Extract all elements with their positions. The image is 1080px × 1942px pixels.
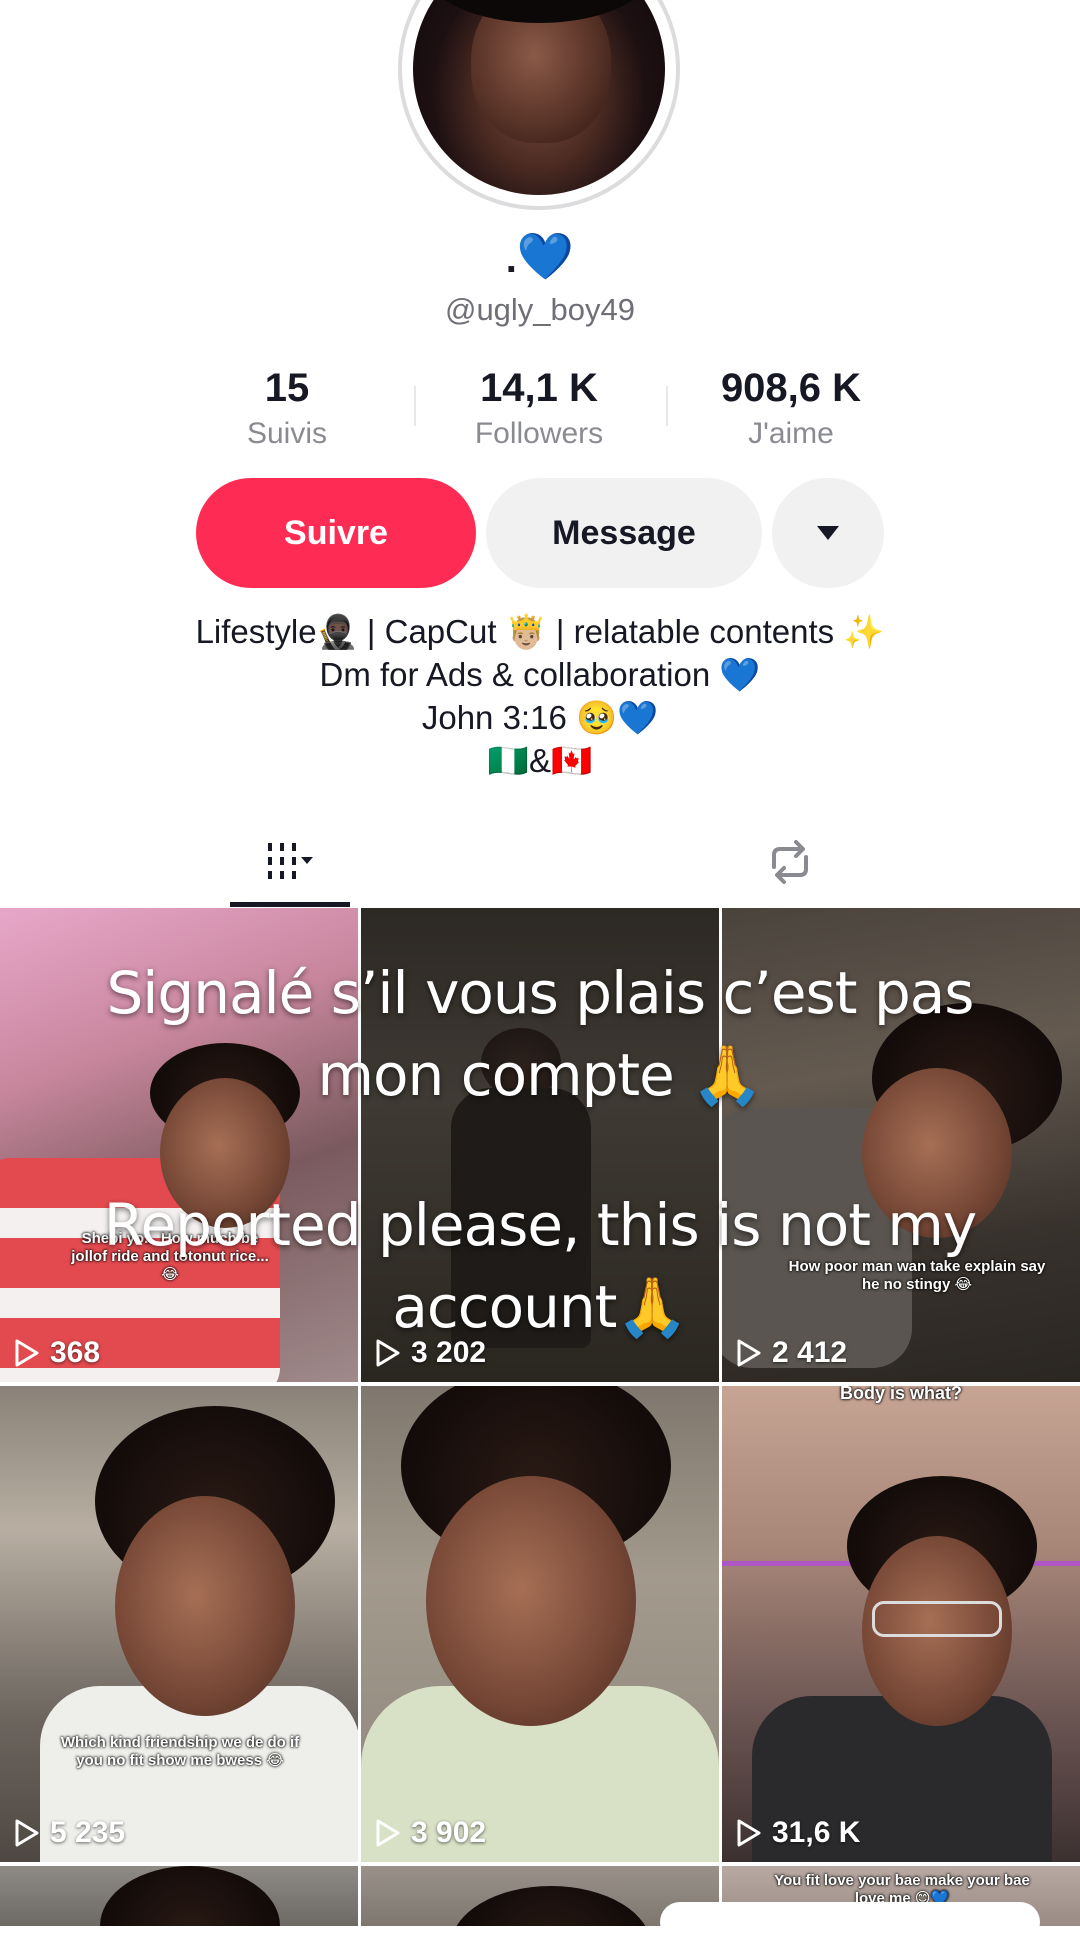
- display-name-dot: .: [505, 237, 517, 281]
- followers-count: 14,1 K: [480, 366, 598, 410]
- hair: [451, 1886, 651, 1926]
- caret-down-icon: [817, 526, 839, 540]
- active-tab-indicator: [230, 902, 350, 907]
- username: @ugly_boy49: [444, 292, 636, 327]
- bio-line: 🇳🇬&🇨🇦: [487, 742, 593, 779]
- play-icon: [737, 1819, 761, 1847]
- overlay-text-english: Reported please, this is not my account🙏: [0, 1184, 1080, 1348]
- tab-videos[interactable]: [230, 816, 350, 908]
- repost-icon: [772, 840, 808, 884]
- grid-videos-icon: [268, 843, 313, 879]
- view-count: 31,6 K: [736, 1816, 860, 1850]
- video-caption: Which kind friendship we de do if you no…: [60, 1734, 300, 1769]
- follow-button[interactable]: Suivre: [196, 478, 476, 588]
- view-count-label: 31,6 K: [772, 1816, 861, 1849]
- likes-label: J'aime: [748, 417, 834, 450]
- overlay-text-french: Signalé s’il vous plais c’est pas mon co…: [0, 952, 1080, 1116]
- avatar-hood: [423, 0, 655, 23]
- following-count: 15: [264, 366, 310, 410]
- video-caption: Body is what?: [839, 1386, 962, 1403]
- stat-followers[interactable]: 14,1 K Followers: [414, 364, 664, 454]
- profile-tabs: [0, 816, 1080, 908]
- message-button[interactable]: Message: [486, 478, 762, 588]
- likes-count: 908,6 K: [720, 366, 862, 410]
- video-thumbnail[interactable]: Body is what? 31,6 K: [722, 1386, 1080, 1862]
- overlay-line: mon compte 🙏: [317, 1041, 764, 1109]
- bio-line: Dm for Ads & collaboration 💙: [319, 656, 761, 693]
- profile-avatar-ring[interactable]: [398, 0, 680, 210]
- overlay-line: account🙏: [392, 1273, 688, 1341]
- avatar: [413, 0, 665, 195]
- hair: [100, 1866, 280, 1926]
- view-count-label: 3 902: [411, 1816, 487, 1849]
- view-count: 3 902: [375, 1816, 486, 1850]
- profile-stats: 15 Suivis 14,1 K Followers 908,6 K J'aim…: [0, 364, 1080, 456]
- following-label: Suivis: [246, 417, 328, 450]
- overlay-line: Signalé s’il vous plais c’est pas: [106, 959, 974, 1027]
- blue-heart-emoji: 💙: [516, 230, 575, 282]
- video-thumbnail[interactable]: [0, 1866, 358, 1926]
- profile-bio: Lifestyle🥷🏿 | CapCut 🤴🏼 | relatable cont…: [0, 610, 1080, 782]
- face: [115, 1496, 295, 1716]
- stat-likes[interactable]: 908,6 K J'aime: [666, 364, 916, 454]
- view-count-label: 5 235: [50, 1816, 126, 1849]
- video-thumbnail[interactable]: Which kind friendship we de do if you no…: [0, 1386, 358, 1862]
- overlay-line: Reported please, this is not my: [103, 1191, 977, 1259]
- video-thumbnail[interactable]: 3 902: [361, 1386, 719, 1862]
- bio-line: Lifestyle🥷🏿 | CapCut 🤴🏼 | relatable cont…: [195, 613, 885, 650]
- glasses: [872, 1601, 1002, 1637]
- more-options-button[interactable]: [772, 478, 884, 588]
- bottom-sheet-handle: [660, 1902, 1040, 1942]
- play-icon: [15, 1819, 39, 1847]
- view-count: 5 235: [14, 1816, 125, 1850]
- play-icon: [376, 1819, 400, 1847]
- stat-following[interactable]: 15 Suivis: [162, 364, 412, 454]
- face: [426, 1476, 636, 1726]
- followers-label: Followers: [474, 417, 604, 450]
- bio-line: John 3:16 🥹💙: [421, 699, 659, 736]
- display-name: .💙: [0, 228, 1080, 287]
- tab-reposts[interactable]: [730, 816, 850, 908]
